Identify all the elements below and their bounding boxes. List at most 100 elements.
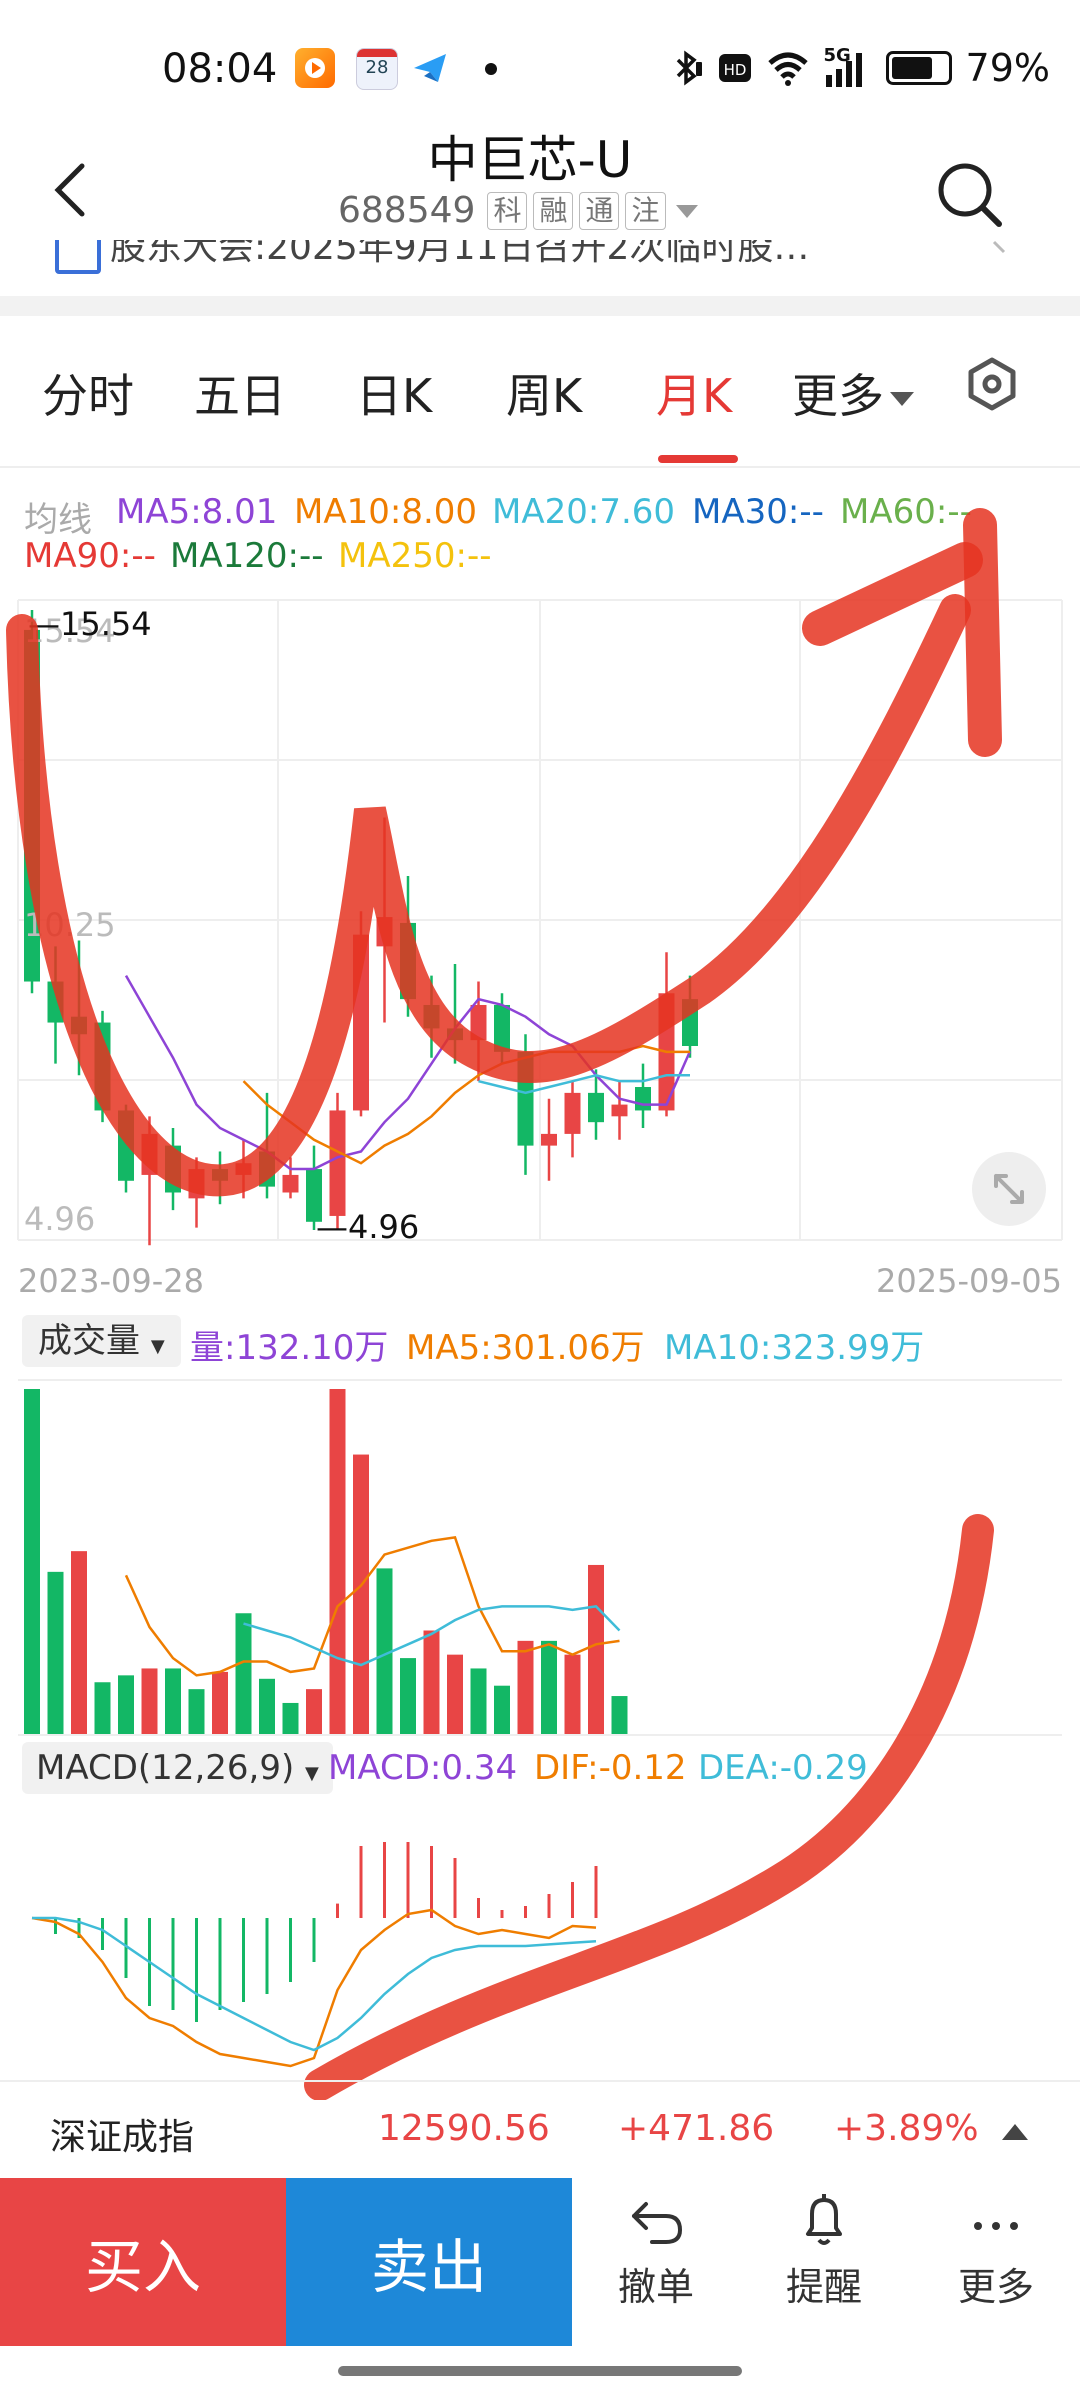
tag-connect: 通 (579, 191, 620, 230)
ma20-legend: MA20:7.60 (492, 492, 676, 532)
macd-legend: MACD:0.34 (328, 1748, 518, 1788)
candle-up (235, 1163, 252, 1175)
sell-button[interactable]: 卖出 (286, 2178, 572, 2346)
macd-indicator-selector[interactable]: MACD(12,26,9) ▼ (22, 1742, 333, 1794)
more-actions-label: 更多 (957, 2265, 1034, 2309)
candle-down (71, 1016, 87, 1035)
ma10-legend: MA10:8.00 (294, 492, 478, 532)
tag-registered: 注 (625, 191, 666, 230)
stock-title: 中巨芯-U (427, 131, 633, 189)
battery-percent: 79% (965, 46, 1050, 90)
index-value: 12590.56 (378, 2108, 550, 2149)
tab-intraday[interactable]: 分时 (42, 360, 134, 426)
candle-up (611, 1104, 628, 1117)
ma20-line (478, 1074, 690, 1095)
candle-up (470, 1004, 487, 1041)
tab-weekly-k[interactable]: 周K (506, 360, 582, 426)
tag-star-market: 科 (487, 191, 528, 230)
index-ticker-bar[interactable]: 深证成指 12590.56 +471.86 +3.89% (0, 2080, 1080, 2182)
volume-bar-up (353, 1454, 369, 1734)
candlestick-chart[interactable] (0, 590, 1080, 1280)
alert-button[interactable]: 提醒 (764, 2190, 884, 2311)
alert-label: 提醒 (785, 2265, 862, 2309)
candle-down (118, 1110, 134, 1181)
macd-selector-label: MACD(12,26,9) (36, 1748, 295, 1788)
ma250-legend: MA250:-- (338, 536, 492, 576)
volume-bar-down (188, 1689, 205, 1734)
candle-down (635, 1087, 651, 1111)
volume-indicator-selector[interactable]: 成交量 ▼ (22, 1315, 181, 1367)
ma90-legend: MA90:-- (24, 536, 156, 576)
candle-down (494, 1004, 510, 1052)
volume-bar-up (329, 1389, 346, 1734)
volume-ma10-legend: MA10:323.99万 (664, 1328, 925, 1368)
home-indicator (338, 2366, 742, 2376)
tabs-divider (0, 466, 1080, 468)
buy-button[interactable]: 买入 (0, 2178, 286, 2346)
volume-ma5-legend: MA5:301.06万 (406, 1328, 645, 1368)
more-actions-button[interactable]: 更多 (936, 2190, 1056, 2311)
svg-text:HD: HD (723, 61, 746, 79)
tab-monthly-k[interactable]: 月K (656, 360, 732, 426)
more-dots-icon (974, 2222, 1018, 2230)
candle-down (423, 1004, 440, 1029)
tab-five-day[interactable]: 五日 (194, 360, 286, 426)
index-name: 深证成指 (50, 2117, 195, 2158)
dif-legend: DIF:-0.12 (534, 1748, 687, 1788)
candle-down (212, 1169, 228, 1181)
volume-bar-down (400, 1658, 416, 1734)
stock-code-row[interactable]: 688549 科 融 通 注 (338, 190, 702, 231)
expand-chart-button[interactable] (972, 1152, 1046, 1226)
ma5-legend: MA5:8.01 (116, 492, 278, 532)
selector-dropdown-icon: ▼ (305, 1763, 319, 1784)
bell-icon (806, 2194, 842, 2245)
status-time: 08:04 (162, 46, 278, 92)
volume-bar-down (94, 1682, 111, 1734)
dropdown-triangle-icon[interactable] (672, 196, 702, 226)
candle-up (541, 1133, 557, 1146)
search-icon[interactable] (935, 160, 1005, 230)
volume-bar-up (517, 1640, 534, 1734)
signal-strength-icon: 5G (824, 45, 872, 87)
tag-margin: 融 (533, 191, 574, 230)
volume-bar-down (470, 1668, 487, 1734)
volume-bar-up (588, 1564, 604, 1734)
ma-legend-label: 均线 (24, 500, 92, 540)
candle-up (353, 934, 369, 1111)
video-app-icon (295, 48, 335, 88)
wifi-icon (767, 52, 808, 86)
volume-bar-down (282, 1702, 299, 1734)
candle-up (188, 1169, 205, 1199)
calendar-icon: 28 (356, 48, 398, 90)
macd-chart[interactable] (0, 1798, 1080, 2078)
cancel-order-button[interactable]: 撤单 (596, 2190, 716, 2311)
period-tabs: 分时 五日 日K 周K 月K 更多 (0, 357, 1080, 460)
undo-arrow-icon (632, 2202, 683, 2244)
tab-daily-k[interactable]: 日K (356, 360, 432, 426)
volume-bar-down (541, 1640, 557, 1734)
more-triangle-icon (890, 392, 914, 406)
section-divider (0, 296, 1080, 316)
volume-bar-up (212, 1671, 228, 1734)
settings-hexagon-icon[interactable] (964, 356, 1020, 412)
ma120-legend: MA120:-- (170, 536, 324, 576)
volume-bar-down (118, 1675, 134, 1734)
volume-bar-down (47, 1571, 64, 1734)
candle-down (94, 1022, 111, 1111)
ma60-legend: MA60:-- (840, 492, 972, 532)
news-checkbox-icon (55, 240, 101, 274)
news-text: 股东大会:2025年9月11日召开2次临时股… (110, 240, 810, 268)
candle-up (376, 917, 393, 947)
volume-chart[interactable] (0, 1370, 1080, 1740)
y-mid-label: 10.25 (24, 906, 116, 944)
candle-down (165, 1145, 181, 1193)
news-ticker[interactable]: 股东大会:2025年9月11日召开2次临时股… (0, 240, 1080, 280)
ma10-line (242, 1044, 690, 1165)
volume-bar-up (306, 1689, 322, 1734)
tab-more[interactable]: 更多 (792, 360, 916, 426)
selector-dropdown-icon: ▼ (150, 1336, 165, 1357)
notification-dot-icon (485, 63, 497, 75)
end-date-label: 2025-09-05 (876, 1262, 1062, 1300)
volume-bar-up (423, 1630, 440, 1734)
expand-up-triangle-icon[interactable] (1000, 2118, 1030, 2148)
